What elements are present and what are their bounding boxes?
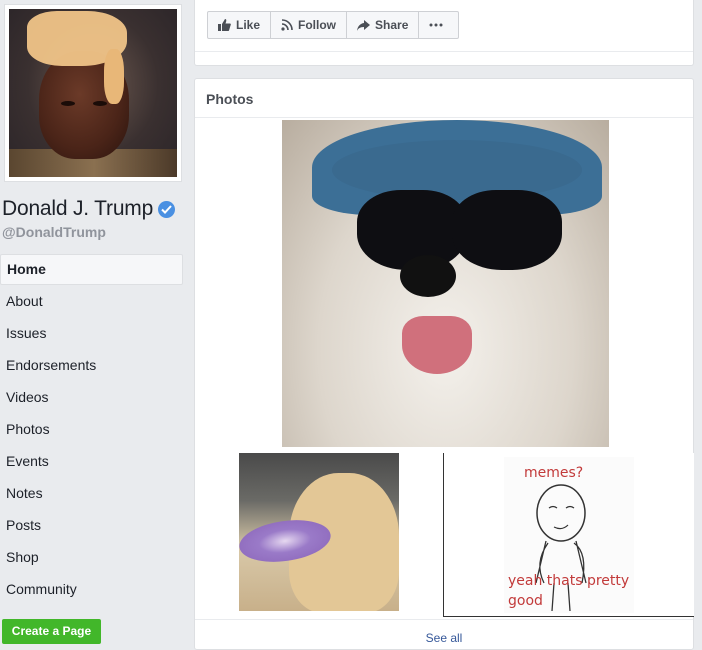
follow-label: Follow xyxy=(298,18,337,32)
nav-item-about[interactable]: About xyxy=(0,285,184,317)
nav-item-videos[interactable]: Videos xyxy=(0,381,184,413)
photo-meme[interactable]: memes? yeah thats pretty good xyxy=(443,453,694,617)
thumbs-up-icon xyxy=(218,19,231,31)
nav-item-notes[interactable]: Notes xyxy=(0,477,184,509)
page-nav: Home About Issues Endorsements Videos Ph… xyxy=(0,254,184,605)
share-arrow-icon xyxy=(357,19,371,31)
photo-dog-sunglasses[interactable] xyxy=(282,120,609,447)
verified-badge-icon xyxy=(158,200,176,218)
divider xyxy=(195,117,693,118)
photos-heading[interactable]: Photos xyxy=(206,91,253,107)
photo-dog-frisbee[interactable] xyxy=(239,453,399,611)
see-all-link[interactable]: See all xyxy=(195,631,693,645)
divider xyxy=(195,51,693,52)
share-button[interactable]: Share xyxy=(347,12,420,38)
like-button[interactable]: Like xyxy=(208,12,272,38)
meme-top-text: memes? xyxy=(524,465,584,481)
page-actions-card: Like Follow Share xyxy=(194,0,694,66)
nav-item-endorsements[interactable]: Endorsements xyxy=(0,349,184,381)
more-button[interactable] xyxy=(419,12,458,38)
divider xyxy=(195,619,693,620)
nav-item-events[interactable]: Events xyxy=(0,445,184,477)
left-column: Donald J. Trump @DonaldTrump Home About … xyxy=(0,0,184,650)
nav-item-home[interactable]: Home xyxy=(0,254,183,285)
nav-item-community[interactable]: Community xyxy=(0,573,184,605)
like-label: Like xyxy=(236,18,261,32)
nav-item-photos[interactable]: Photos xyxy=(0,413,184,445)
nav-item-shop[interactable]: Shop xyxy=(0,541,184,573)
create-page-button[interactable]: Create a Page xyxy=(2,619,101,644)
action-bar: Like Follow Share xyxy=(207,11,460,39)
share-label: Share xyxy=(375,18,409,32)
page-title[interactable]: Donald J. Trump xyxy=(2,197,153,221)
photos-card: Photos memes? yeah thats pretty good See… xyxy=(194,78,694,650)
more-icon xyxy=(429,23,443,27)
meme-bottom-text: yeah thats pretty good xyxy=(508,573,630,609)
follow-button[interactable]: Follow xyxy=(271,12,348,38)
nav-item-issues[interactable]: Issues xyxy=(0,317,184,349)
nav-item-posts[interactable]: Posts xyxy=(0,509,184,541)
profile-picture[interactable] xyxy=(4,4,182,182)
page-handle[interactable]: @DonaldTrump xyxy=(2,224,106,240)
profile-image xyxy=(9,9,177,177)
rss-icon xyxy=(281,19,293,31)
page-name: Donald J. Trump xyxy=(2,197,176,221)
